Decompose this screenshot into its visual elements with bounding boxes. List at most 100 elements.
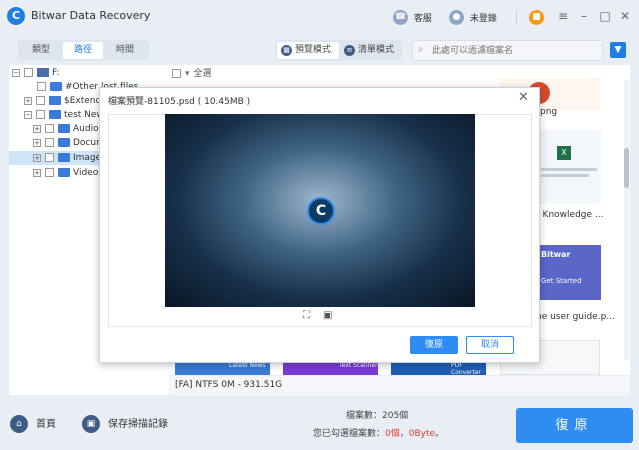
expand-icon[interactable]: + — [33, 168, 41, 177]
app-title: Bitwar Data Recovery — [31, 9, 151, 22]
tree-item-videos[interactable]: + Videos — [33, 166, 103, 180]
checkbox[interactable] — [172, 69, 181, 78]
tree-item-extend[interactable]: + $Extend — [24, 94, 101, 108]
thumbnail[interactable]: Bitwar Get Started — [535, 245, 601, 300]
list-mode-label: 清單模式 — [358, 45, 395, 55]
bitwar-text: Bitwar — [541, 250, 571, 259]
file-caption: r Knowledge ... — [536, 210, 604, 220]
scrollbar[interactable] — [624, 80, 629, 360]
drive-status: [FA] NTFS 0M - 931.51G — [169, 376, 630, 395]
folder-icon — [49, 96, 61, 105]
tab-path[interactable]: 路徑 — [63, 42, 103, 59]
list-icon: ≡ — [344, 45, 355, 56]
pdf-converter-text: PDF Converter — [451, 362, 481, 376]
expand-icon[interactable]: + — [33, 138, 41, 147]
home-label: 首頁 — [36, 419, 56, 430]
tab-type[interactable]: 類型 — [21, 42, 61, 59]
fit-screen-icon[interactable]: ⛶ — [303, 310, 310, 321]
checkbox[interactable] — [45, 153, 54, 162]
checkbox[interactable] — [24, 68, 33, 77]
dialog-recover-button[interactable]: 復原 — [410, 336, 458, 354]
excel-icon: X — [557, 146, 571, 160]
app-logo-icon: C — [7, 7, 25, 25]
selected-count: 0個 — [385, 429, 400, 439]
selected-summary: 您已勾選檔案數：0個，0Byte。 — [313, 426, 444, 439]
collapse-icon[interactable]: − — [12, 68, 20, 77]
selected-prefix: 您已勾選檔案數： — [313, 429, 386, 439]
home-icon: ⌂ — [10, 415, 28, 433]
collapse-icon[interactable]: − — [24, 110, 32, 119]
search-input[interactable] — [432, 41, 602, 60]
mode-switch: ▦ 預覽模式 ≡ 清單模式 — [275, 40, 402, 61]
preview-mode-button[interactable]: ▦ 預覽模式 — [277, 42, 339, 59]
user-icon: ● — [449, 10, 464, 25]
select-all-label: 全選 — [193, 69, 212, 79]
save-icon: ▣ — [82, 415, 100, 433]
get-started-text: Get Started — [541, 277, 582, 285]
dialog-close-icon[interactable]: ✕ — [518, 90, 529, 105]
selected-suffix: 。 — [435, 429, 445, 439]
selected-sep: ， — [399, 429, 409, 439]
view-tabs: 類型 路徑 時間 — [18, 40, 149, 61]
list-mode-button[interactable]: ≡ 清單模式 — [340, 42, 400, 59]
checkbox[interactable] — [45, 168, 54, 177]
expand-icon[interactable]: + — [24, 96, 32, 105]
selected-size: 0Byte — [408, 429, 436, 439]
filter-icon[interactable]: ▼ — [610, 42, 626, 58]
service-button[interactable]: ☎ 客服 — [393, 10, 432, 25]
select-all[interactable]: ▾ 全選 — [172, 66, 212, 79]
folder-icon — [50, 82, 62, 91]
expand-icon[interactable]: + — [33, 124, 41, 133]
tab-time[interactable]: 時間 — [105, 42, 145, 59]
service-label: 客服 — [413, 14, 432, 24]
preview-mode-label: 預覽模式 — [295, 45, 332, 55]
checkbox[interactable] — [36, 110, 45, 119]
file-caption: png — [540, 107, 558, 117]
file-count: 檔案數：205個 — [346, 411, 409, 421]
folder-icon — [58, 138, 70, 147]
dialog-cancel-button[interactable]: 取消 — [466, 336, 514, 354]
dialog-title: 檔案預覽-81105.psd ( 10.45MB ) — [108, 97, 251, 107]
checkbox[interactable] — [45, 138, 54, 147]
thumbnail[interactable]: X — [535, 130, 601, 204]
latest-news-text: Latest News — [229, 362, 266, 369]
tree-item-drive[interactable]: − F: — [12, 66, 60, 80]
menu-icon[interactable]: ≡ — [555, 9, 571, 23]
close-icon[interactable]: ✕ — [617, 9, 633, 23]
checkbox[interactable] — [37, 82, 46, 91]
tree-item-label: $Extend — [64, 96, 102, 106]
tree-item-images[interactable]: + Images — [9, 151, 106, 165]
folder-icon — [58, 153, 70, 162]
minimize-icon[interactable]: – — [576, 9, 592, 23]
actual-size-icon[interactable]: ▣ — [323, 310, 332, 321]
expand-icon[interactable]: + — [33, 153, 41, 162]
bitwar-logo-icon: C — [307, 197, 335, 225]
tree-item-label: test New — [64, 110, 104, 120]
save-scan-label: 保存掃描記錄 — [108, 419, 168, 430]
text-line — [541, 168, 597, 171]
tree-item-audios[interactable]: + Audios — [33, 122, 103, 136]
cart-icon[interactable]: ■ — [529, 10, 544, 25]
tree-item-documents[interactable]: + Docum — [33, 136, 105, 150]
save-scan-button[interactable]: ▣ 保存掃描記錄 — [82, 415, 168, 433]
file-caption: he user guide.p... — [536, 312, 615, 322]
drive-icon — [37, 68, 49, 77]
checkbox[interactable] — [36, 96, 45, 105]
tree-item-test-new[interactable]: − test New — [24, 108, 104, 122]
headset-icon: ☎ — [393, 10, 408, 25]
tree-item-label: F: — [52, 68, 60, 78]
folder-icon — [58, 124, 70, 133]
checkbox[interactable] — [45, 124, 54, 133]
search-box: ⌕ — [412, 40, 603, 61]
text-scanner-text: Text Scanner — [339, 362, 378, 369]
scrollbar-thumb[interactable] — [624, 148, 629, 188]
grid-icon: ▦ — [281, 45, 292, 56]
login-button[interactable]: ● 未登錄 — [449, 10, 497, 25]
divider — [516, 10, 517, 24]
text-line — [541, 174, 589, 177]
home-button[interactable]: ⌂ 首頁 — [10, 415, 56, 433]
recover-button[interactable]: 復原 — [516, 408, 633, 443]
folder-icon — [58, 168, 70, 177]
folder-icon — [49, 110, 61, 119]
maximize-icon[interactable]: □ — [597, 9, 613, 23]
